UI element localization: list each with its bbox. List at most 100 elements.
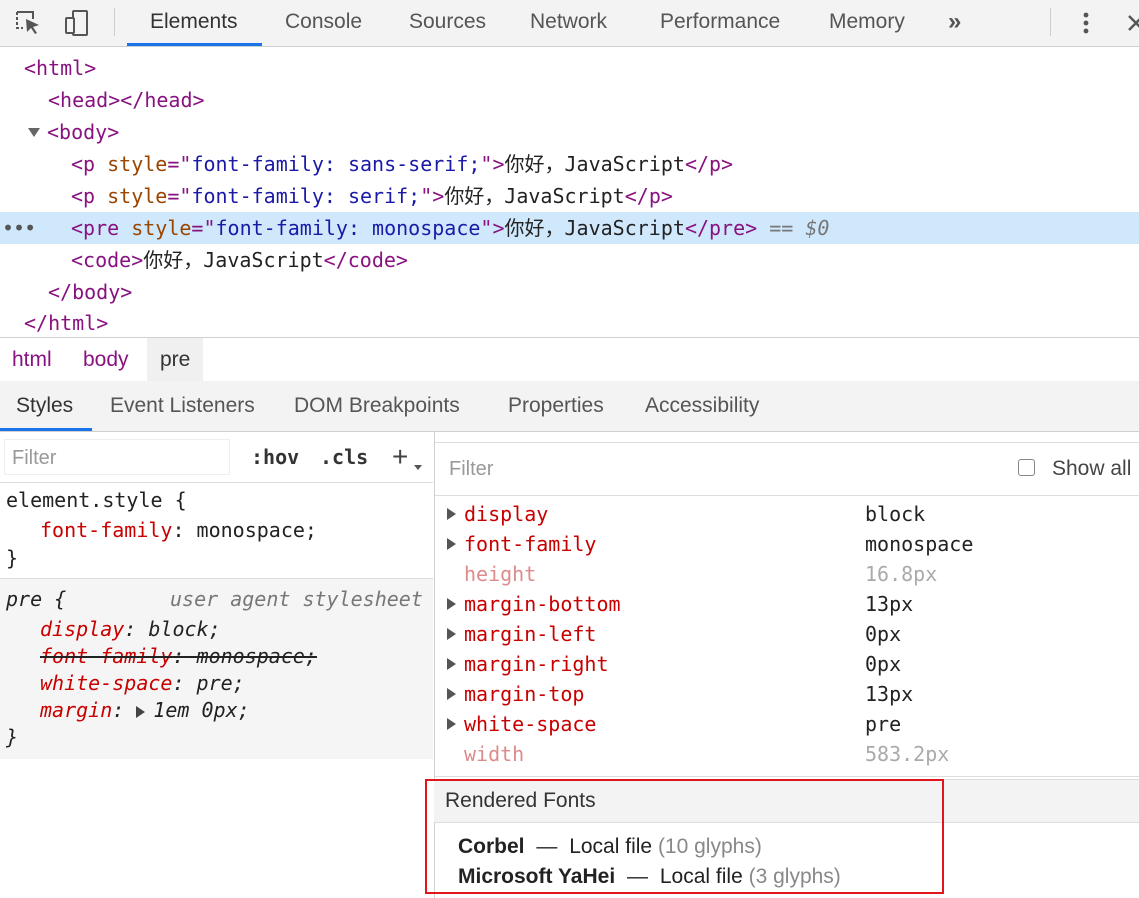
more-tabs-button[interactable]: » (948, 0, 961, 46)
computed-property-name: margin-right (464, 652, 609, 676)
attr-value: font-family: serif; (191, 184, 421, 208)
tag-name: head (144, 88, 193, 112)
device-toolbar-icon[interactable] (62, 8, 92, 38)
attr-value: font-family: monospace (215, 216, 481, 240)
tag-bracket: ></ (108, 88, 145, 112)
new-style-rule-button[interactable]: + (392, 439, 408, 475)
tab-console[interactable]: Console (285, 0, 362, 46)
css-property-value: pre; (196, 671, 245, 695)
hover-state-button[interactable]: :hov (251, 439, 299, 475)
tab-memory[interactable]: Memory (829, 0, 905, 46)
expand-triangle-icon[interactable] (447, 628, 456, 640)
class-toggle-button[interactable]: .cls (320, 439, 368, 475)
breadcrumb-html[interactable]: html (12, 338, 52, 381)
dom-node-p-serif[interactable]: <p style="font-family: serif;">你好，JavaSc… (0, 180, 1139, 212)
tag-bracket: > (84, 56, 97, 80)
tab-elements[interactable]: Elements (150, 0, 238, 46)
attr-eq: =" (191, 216, 216, 240)
tab-dom-breakpoints[interactable]: DOM Breakpoints (294, 381, 460, 431)
computed-property-name: white-space (464, 712, 597, 736)
annotation-highlight-box (425, 779, 944, 894)
attr-value: font-family: sans-serif; (191, 152, 481, 176)
tag-name: body (72, 280, 121, 304)
tab-event-listeners[interactable]: Event Listeners (110, 381, 255, 431)
computed-row-margin-top[interactable]: margin-top 13px (435, 679, 1139, 709)
tag-bracket: </ (48, 280, 73, 304)
tag-close: "> (480, 216, 505, 240)
dom-node-code[interactable]: <code>你好，JavaScript</code> (0, 244, 1139, 276)
computed-property-name: font-family (464, 532, 597, 556)
tag-bracket: < (47, 120, 60, 144)
computed-property-value: 0px (865, 652, 902, 676)
css-property-name: white-space (40, 671, 173, 695)
show-all-checkbox[interactable] (1018, 459, 1035, 476)
css-property-value: 1em 0px; (153, 698, 250, 722)
tab-properties[interactable]: Properties (508, 381, 604, 431)
css-property-name: display (40, 617, 125, 641)
inspect-element-icon[interactable] (13, 8, 43, 38)
element-style-selector: element.style { (6, 488, 187, 512)
computed-row-white-space[interactable]: white-space pre (435, 709, 1139, 739)
tag-open: <code> (71, 248, 144, 272)
dom-node-html-close[interactable]: </html> (0, 307, 1139, 339)
tag-name: head (60, 88, 109, 112)
expand-triangle-icon[interactable] (447, 718, 456, 730)
css-property-value[interactable]: monospace; (197, 518, 317, 542)
breadcrumb-pre[interactable]: pre (147, 338, 204, 381)
expand-triangle-icon[interactable] (447, 508, 456, 520)
tag-name: html (36, 56, 85, 80)
expand-triangle-icon[interactable] (447, 598, 456, 610)
node-text: 你好，JavaScript (143, 248, 324, 272)
computed-property-name: margin-top (464, 682, 585, 706)
dom-node-p-sans-serif[interactable]: <p style="font-family: sans-serif;">你好，J… (0, 148, 1139, 180)
computed-row-margin-left[interactable]: margin-left 0px (435, 619, 1139, 649)
show-all-label[interactable]: Show all (1052, 443, 1131, 495)
tag-bracket: > (96, 311, 109, 335)
tag-close: "> (420, 184, 445, 208)
computed-row-font-family[interactable]: font-family monospace (435, 529, 1139, 559)
tab-sources[interactable]: Sources (409, 0, 486, 46)
css-property-name[interactable]: font-family (40, 518, 172, 542)
more-vertical-icon[interactable] (1071, 8, 1101, 38)
computed-property-name: width (464, 742, 525, 766)
computed-filter-input[interactable]: Filter (449, 443, 493, 495)
dom-node-head[interactable]: <head></head> (0, 84, 1139, 116)
computed-property-name: height (464, 562, 537, 586)
expand-shorthand-icon[interactable] (136, 705, 146, 718)
node-text: 你好，JavaScript (504, 152, 685, 176)
expand-triangle-icon[interactable] (28, 128, 40, 137)
devtools-toolbar: Elements Console Sources Network Perform… (0, 0, 1139, 47)
computed-row-margin-right[interactable]: margin-right 0px (435, 649, 1139, 679)
element-style-declaration[interactable]: font-family: monospace; (40, 516, 317, 544)
expand-triangle-icon[interactable] (447, 658, 456, 670)
expand-triangle-icon[interactable] (447, 688, 456, 700)
tag-name: body (59, 120, 108, 144)
node-text: 你好，JavaScript (444, 184, 625, 208)
computed-property-value: 13px (865, 682, 914, 706)
expand-triangle-icon[interactable] (447, 538, 456, 550)
dom-node-html-open[interactable]: <html> (0, 52, 1139, 84)
computed-property-name: margin-bottom (464, 592, 621, 616)
node-text: 你好，JavaScript (504, 216, 685, 240)
dom-node-pre-selected[interactable]: ••• <pre style="font-family: monospace">… (0, 212, 1139, 244)
tag-open: <pre (71, 216, 120, 240)
styles-filter-input[interactable]: Filter (4, 439, 230, 475)
tab-styles[interactable]: Styles (16, 381, 73, 431)
computed-property-value: 16.8px (865, 562, 938, 586)
tab-network[interactable]: Network (530, 0, 607, 46)
breadcrumb-body[interactable]: body (83, 338, 129, 381)
tab-performance[interactable]: Performance (660, 0, 780, 46)
divider (0, 482, 433, 483)
computed-row-display[interactable]: display block (435, 499, 1139, 529)
node-actions-ellipsis[interactable]: ••• (2, 212, 36, 244)
active-tab-indicator (127, 43, 262, 46)
computed-property-value: 583.2px (865, 742, 950, 766)
tab-accessibility[interactable]: Accessibility (645, 381, 759, 431)
dom-node-body-open[interactable]: <body> (0, 116, 1139, 148)
attr-eq: =" (167, 152, 192, 176)
close-icon[interactable] (1121, 8, 1139, 38)
computed-row-margin-bottom[interactable]: margin-bottom 13px (435, 589, 1139, 619)
active-subtab-indicator (0, 428, 92, 431)
dom-node-body-close[interactable]: </body> (0, 276, 1139, 308)
new-rule-dropdown-icon[interactable] (414, 465, 422, 470)
